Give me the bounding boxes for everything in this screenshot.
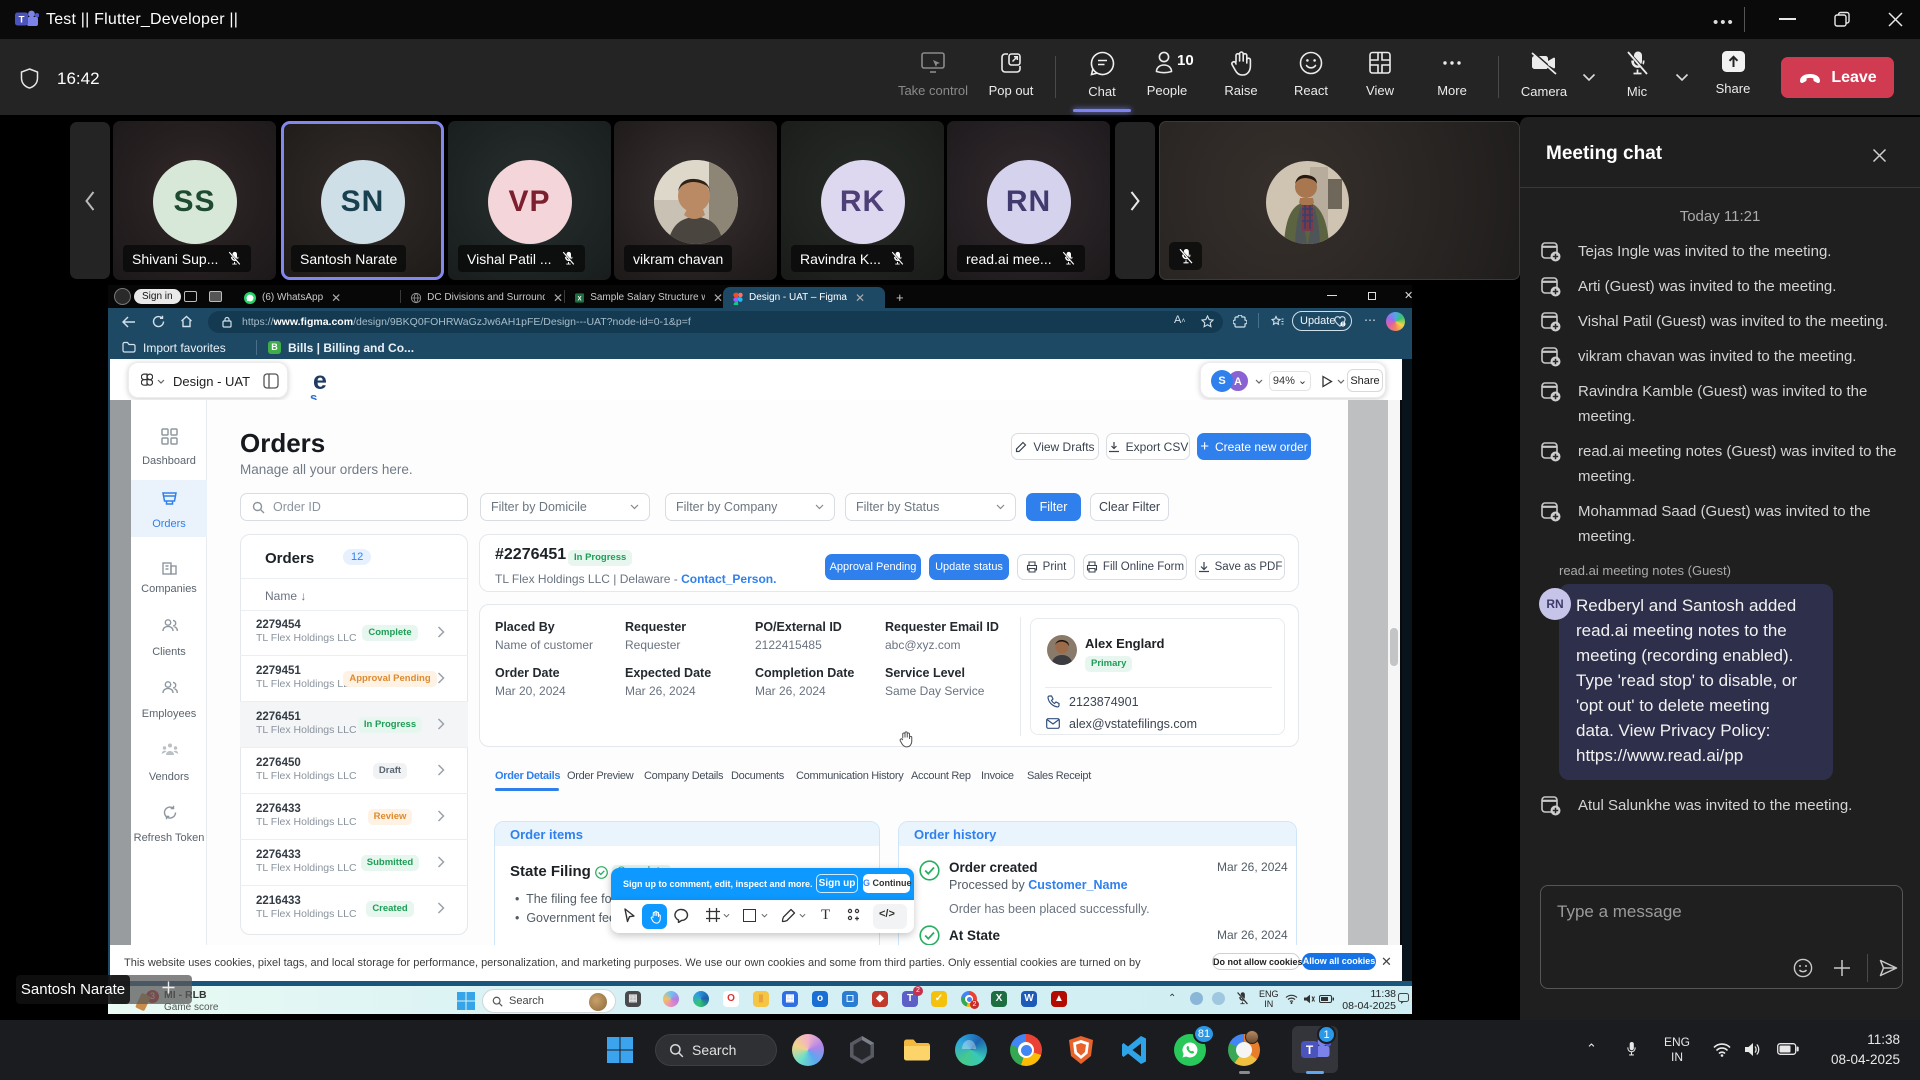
svg-text:T: T (19, 15, 25, 26)
svg-text:T: T (1306, 1043, 1314, 1057)
